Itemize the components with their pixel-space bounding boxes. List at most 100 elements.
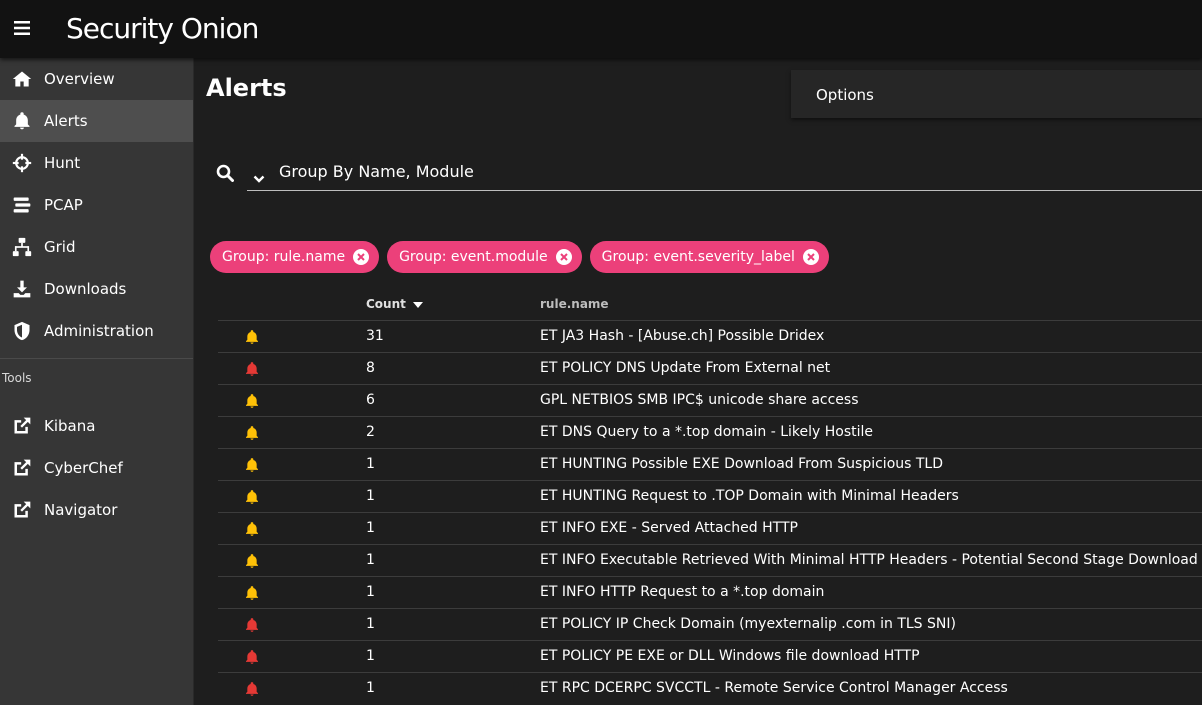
options-label: Options (816, 86, 874, 104)
sidebar-item-hunt[interactable]: Hunt (0, 142, 193, 184)
sort-desc-icon (412, 302, 423, 308)
group-chip[interactable]: Group: rule.name (210, 241, 380, 273)
close-circle-icon[interactable] (353, 249, 370, 265)
sidebar-item-overview[interactable]: Overview (0, 58, 193, 100)
rule-name-cell: ET HUNTING Possible EXE Download From Su… (540, 456, 944, 472)
severity-bell-icon (244, 328, 260, 349)
rule-name-cell: ET RPC DCERPC SVCCTL - Remote Service Co… (540, 680, 1008, 696)
rule-name-cell: ET HUNTING Request to .TOP Domain with M… (540, 488, 959, 504)
rule-name-cell: ET DNS Query to a *.top domain - Likely … (540, 424, 873, 440)
table-row[interactable]: 1 ET POLICY IP Check Domain (myexternalip… (218, 608, 1202, 640)
bell-icon (0, 111, 44, 131)
count-cell: 1 (366, 616, 375, 632)
table-row[interactable]: 1 ET INFO EXE - Served Attached HTTP (218, 512, 1202, 544)
count-cell: 1 (366, 520, 375, 536)
sidebar-item-alerts[interactable]: Alerts (0, 100, 193, 142)
count-cell: 1 (366, 552, 375, 568)
sidebar-item-pcap[interactable]: PCAP (0, 184, 193, 226)
download-icon (0, 279, 44, 299)
severity-bell-icon (244, 456, 260, 477)
table-row[interactable]: 1 ET RPC DCERPC SVCCTL - Remote Service C… (218, 672, 1202, 704)
severity-bell-icon (244, 360, 260, 381)
sidebar-item-label: Grid (44, 238, 76, 256)
external-link-icon (0, 416, 44, 436)
count-cell: 8 (366, 360, 375, 376)
count-header-label: Count (366, 297, 406, 311)
top-app-bar: Security Onion (0, 0, 1202, 58)
tool-link-cyberchef[interactable]: CyberChef (0, 447, 193, 489)
table-row[interactable]: 6 GPL NETBIOS SMB IPC$ unicode share acce… (218, 384, 1202, 416)
group-chip[interactable]: Group: event.module (387, 241, 582, 273)
severity-bell-icon (244, 680, 260, 701)
home-icon (0, 69, 44, 89)
table-row[interactable]: 1 ET HUNTING Possible EXE Download From S… (218, 448, 1202, 480)
tool-link-label: Kibana (44, 417, 96, 435)
severity-bell-icon (244, 392, 260, 413)
rule-name-cell: ET INFO HTTP Request to a *.top domain (540, 584, 825, 600)
severity-bell-icon (244, 648, 260, 669)
table-row[interactable]: 1 ET POLICY PE EXE or DLL Windows file do… (218, 640, 1202, 672)
external-link-icon (0, 500, 44, 520)
tools-header: Tools (2, 371, 32, 385)
severity-bell-icon (244, 616, 260, 637)
sidebar-item-label: PCAP (44, 196, 83, 214)
table-row[interactable]: 1 ET HUNTING Request to .TOP Domain with … (218, 480, 1202, 512)
tool-link-navigator[interactable]: Navigator (0, 489, 193, 531)
query-text: Group By Name, Module (279, 162, 474, 181)
group-chips: Group: rule.name Group: event.module Group… (210, 241, 829, 273)
query-input[interactable]: Group By Name, Module (247, 156, 1202, 191)
count-column-header[interactable]: Count (366, 297, 423, 311)
sidebar-item-downloads[interactable]: Downloads (0, 268, 193, 310)
rule-name-cell: ET INFO Executable Retrieved With Minima… (540, 552, 1198, 568)
table-row[interactable]: 8 ET POLICY DNS Update From External net (218, 352, 1202, 384)
main-content: Alerts Options Group By Name, Module Gro… (194, 58, 1202, 705)
rule-name-cell: ET INFO EXE - Served Attached HTTP (540, 520, 798, 536)
group-chip[interactable]: Group: event.severity_label (589, 241, 829, 273)
logo-text: Security Onion (66, 11, 259, 45)
table-header: Count rule.name (218, 288, 1202, 320)
count-cell: 1 (366, 648, 375, 664)
sidebar-item-label: Overview (44, 70, 115, 88)
table-row[interactable]: 2 ET DNS Query to a *.top domain - Likely… (218, 416, 1202, 448)
count-cell: 1 (366, 456, 375, 472)
rule-name-cell: ET POLICY IP Check Domain (myexternalip … (540, 616, 956, 632)
sidebar-item-grid[interactable]: Grid (0, 226, 193, 268)
sidebar-item-label: Downloads (44, 280, 127, 298)
sidebar-item-label: Administration (44, 322, 154, 340)
sidebar-item-label: Hunt (44, 154, 81, 172)
count-cell: 2 (366, 424, 375, 440)
severity-bell-icon (244, 584, 260, 605)
menu-icon[interactable] (8, 14, 36, 42)
options-panel[interactable]: Options (791, 70, 1202, 118)
close-circle-icon[interactable] (802, 249, 819, 265)
table-row[interactable]: 1 ET INFO Executable Retrieved With Minim… (218, 544, 1202, 576)
sitemap-icon (0, 237, 44, 257)
alerts-table: Count rule.name 31 ET JA3 Hash - [Abuse.c… (218, 288, 1202, 704)
count-cell: 1 (366, 680, 375, 696)
external-link-icon (0, 458, 44, 478)
sidebar-item-administration[interactable]: Administration (0, 310, 193, 352)
group-chip-label: Group: event.module (399, 249, 548, 265)
severity-bell-icon (244, 424, 260, 445)
table-row[interactable]: 1 ET INFO HTTP Request to a *.top domain (218, 576, 1202, 608)
stream-icon (0, 195, 44, 215)
chevron-down-icon[interactable] (253, 168, 265, 187)
count-cell: 6 (366, 392, 375, 408)
search-icon[interactable] (216, 164, 234, 186)
security-onion-logo[interactable]: Security Onion (66, 6, 259, 50)
crosshairs-icon (0, 153, 44, 173)
count-cell: 1 (366, 584, 375, 600)
shield-icon (0, 321, 44, 341)
close-circle-icon[interactable] (555, 249, 572, 265)
table-row[interactable]: 31 ET JA3 Hash - [Abuse.ch] Possible Drid… (218, 320, 1202, 352)
rule-name-cell: ET POLICY PE EXE or DLL Windows file dow… (540, 648, 920, 664)
severity-bell-icon (244, 520, 260, 541)
rule-name-cell: ET JA3 Hash - [Abuse.ch] Possible Dridex (540, 328, 825, 344)
rule-column-header[interactable]: rule.name (540, 297, 609, 311)
sidebar: Overview Alerts Hunt PCAP Grid Downloads Admin… (0, 58, 194, 705)
group-chip-label: Group: rule.name (222, 249, 346, 265)
tool-link-kibana[interactable]: Kibana (0, 405, 193, 447)
page-title: Alerts (206, 74, 287, 102)
count-cell: 1 (366, 488, 375, 504)
severity-bell-icon (244, 552, 260, 573)
